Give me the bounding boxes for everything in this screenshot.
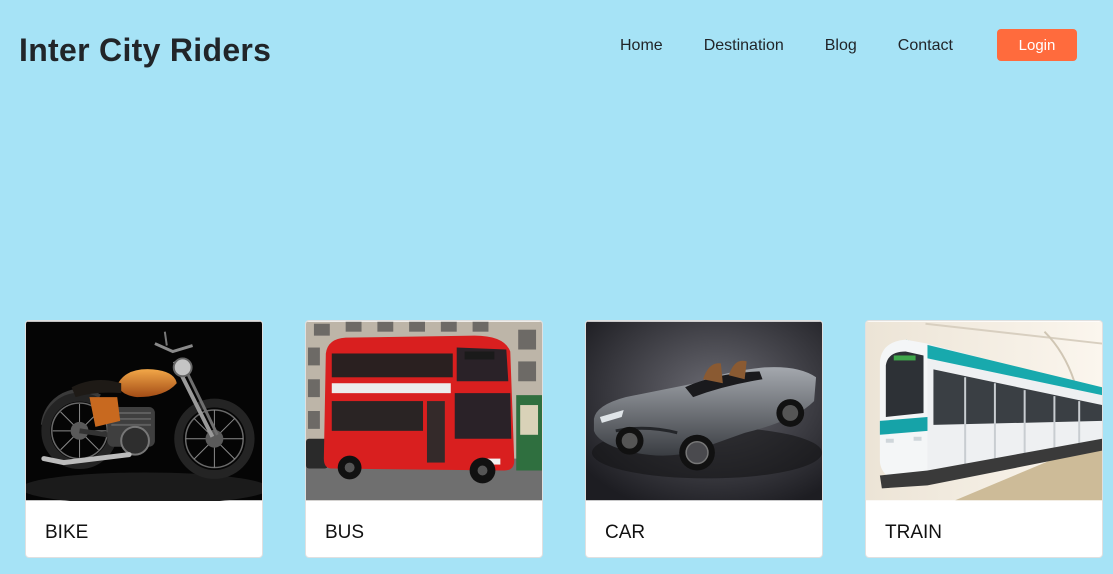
nav-contact[interactable]: Contact xyxy=(898,36,953,56)
card-train[interactable]: TRAIN xyxy=(865,320,1103,558)
card-body: BIKE xyxy=(26,501,262,545)
car-image xyxy=(586,321,822,501)
login-button[interactable]: Login xyxy=(997,29,1077,61)
card-title-bus: BUS xyxy=(325,522,365,543)
card-body: TRAIN xyxy=(866,501,1102,545)
brand-logo[interactable]: Inter City Riders xyxy=(19,31,271,69)
card-title-train: TRAIN xyxy=(885,522,942,543)
card-title-car: CAR xyxy=(605,522,646,543)
main-nav: Home Destination Blog Contact xyxy=(620,36,953,56)
nav-blog[interactable]: Blog xyxy=(825,36,857,56)
bus-image xyxy=(306,321,542,501)
motorcycle-image xyxy=(26,321,262,501)
card-title-bike: BIKE xyxy=(45,522,89,543)
train-image xyxy=(866,321,1102,501)
nav-destination[interactable]: Destination xyxy=(704,36,784,56)
card-car[interactable]: CAR xyxy=(585,320,823,558)
card-bus[interactable]: BUS xyxy=(305,320,543,558)
vehicle-cards: BIKE BUS CAR TRAIN xyxy=(25,320,1103,558)
card-body: BUS xyxy=(306,501,542,545)
card-body: CAR xyxy=(586,501,822,545)
card-bike[interactable]: BIKE xyxy=(25,320,263,558)
nav-home[interactable]: Home xyxy=(620,36,663,56)
